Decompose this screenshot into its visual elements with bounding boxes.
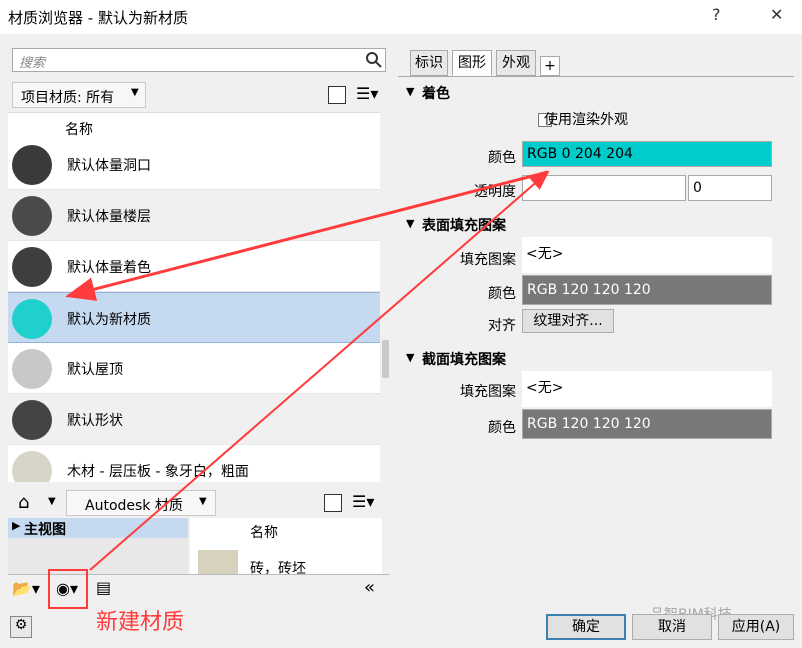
annotation-arrows bbox=[65, 170, 550, 571]
